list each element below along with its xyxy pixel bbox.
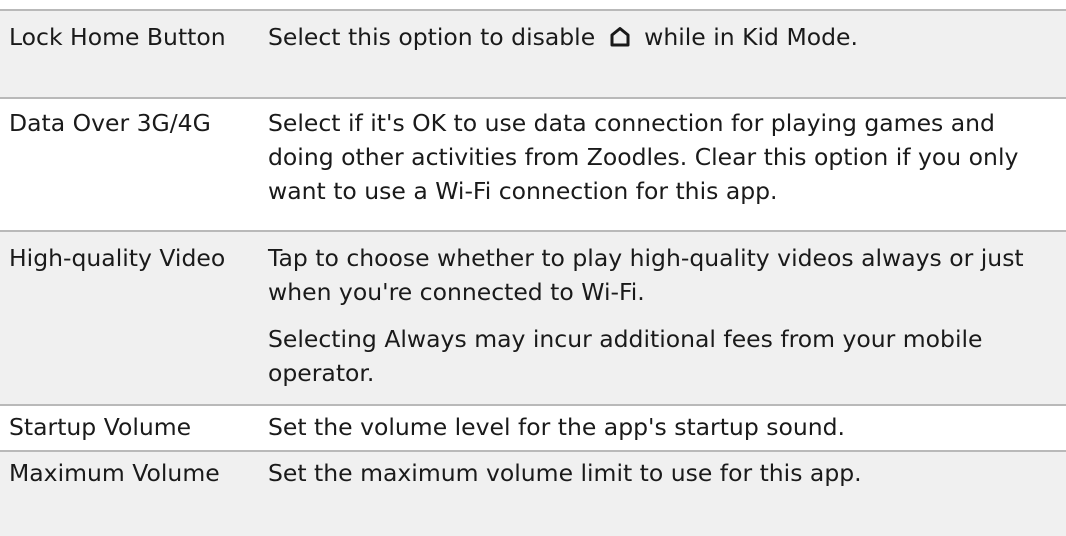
table-row: Lock Home Button Select this option to d…	[0, 9, 1066, 97]
setting-description: Set the maximum volume limit to use for …	[253, 452, 1066, 536]
table-row: Maximum Volume Set the maximum volume li…	[0, 450, 1066, 536]
setting-name: Data Over 3G/4G	[9, 109, 211, 137]
description-text: Tap to choose whether to play high-quali…	[268, 244, 1024, 306]
description-text: Select if it's OK to use data connection…	[268, 109, 1019, 205]
option-emphasis: Always	[384, 325, 467, 353]
setting-description: Set the volume level for the app's start…	[253, 406, 1066, 450]
setting-name: High-quality Video	[9, 244, 226, 272]
setting-name: Lock Home Button	[9, 23, 226, 51]
description-text: Select this option to disable	[268, 23, 596, 51]
setting-name: Startup Volume	[9, 413, 192, 441]
settings-table: Lock Home Button Select this option to d…	[0, 9, 1066, 536]
description-text: Set the maximum volume limit to use for …	[268, 459, 862, 487]
description-note: Selecting Always may incur additional fe…	[268, 322, 1046, 390]
setting-description: Select this option to disable while in K…	[253, 11, 1066, 97]
table-row: High-quality Video Tap to choose whether…	[0, 230, 1066, 404]
description-text: while in Kid Mode.	[644, 23, 858, 51]
home-icon	[609, 23, 631, 57]
table-row: Startup Volume Set the volume level for …	[0, 404, 1066, 450]
setting-name: Maximum Volume	[9, 459, 220, 487]
setting-description: Select if it's OK to use data connection…	[253, 99, 1066, 230]
description-text: Set the volume level for the app's start…	[268, 413, 846, 441]
note-text: Selecting	[268, 325, 377, 353]
setting-description: Tap to choose whether to play high-quali…	[253, 232, 1066, 404]
table-row: Data Over 3G/4G Select if it's OK to use…	[0, 97, 1066, 230]
